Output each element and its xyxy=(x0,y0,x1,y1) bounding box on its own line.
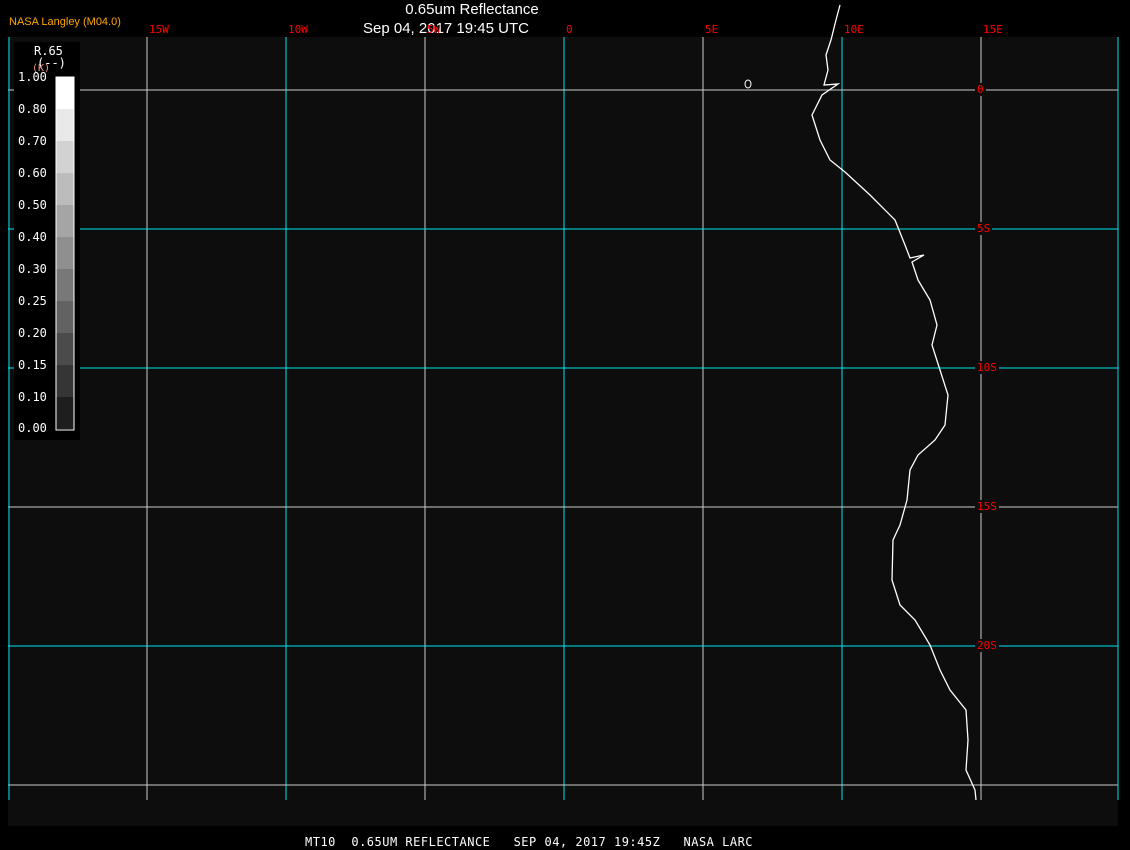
colorbar-tick: 0.25 xyxy=(18,294,47,308)
colorbar-tick: 0.10 xyxy=(18,390,47,404)
colorbar-tick: 0.15 xyxy=(18,358,47,372)
lon-label: 5E xyxy=(705,23,719,36)
colorbar-step xyxy=(56,269,74,301)
lat-label: 15S xyxy=(975,500,999,513)
colorbar-tick: 0.50 xyxy=(18,198,47,212)
lon-label: 5W xyxy=(427,23,441,36)
colorbar-tick: 0.20 xyxy=(18,326,47,340)
lon-label: 10W xyxy=(288,23,308,36)
footer-caption: MT10 0.65UM REFLECTANCE SEP 04, 2017 19:… xyxy=(305,835,754,849)
colorbar-tick: 0.80 xyxy=(18,102,47,116)
colorbar-tick: 0.00 xyxy=(18,421,47,435)
colorbar-step xyxy=(56,301,74,333)
colorbar-step xyxy=(56,365,74,397)
colorbar-tick: 0.30 xyxy=(18,262,47,276)
lon-label: 15E xyxy=(983,23,1003,36)
lat-label: 10S xyxy=(975,361,999,374)
colorbar-tick: 0.70 xyxy=(18,134,47,148)
colorbar-tick: 1.00 xyxy=(18,70,47,84)
colorbar-step xyxy=(56,237,74,269)
map-datetime: Sep 04, 2017 19:45 UTC xyxy=(363,20,529,37)
colorbar-step xyxy=(56,77,74,109)
map-title: 0.65um Reflectance xyxy=(405,1,539,18)
map-background xyxy=(8,37,1118,837)
lat-label: 20S xyxy=(975,639,999,652)
colorbar-step xyxy=(56,205,74,237)
lon-label: 15W xyxy=(149,23,169,36)
lon-label: 0 xyxy=(566,23,573,36)
colorbar-step xyxy=(56,397,74,429)
colorbar-tick: 0.60 xyxy=(18,166,47,180)
lat-label: 0 xyxy=(975,83,986,96)
map-canvas xyxy=(8,4,1119,837)
logo-text: NASA Langley (M04.0) xyxy=(9,16,121,28)
colorbar-step xyxy=(56,141,74,173)
colorbar-step xyxy=(56,109,74,141)
colorbar-step xyxy=(56,333,74,365)
colorbar-tick: 0.40 xyxy=(18,230,47,244)
colorbar-step xyxy=(56,173,74,205)
lon-label: 10E xyxy=(844,23,864,36)
lat-label: 5S xyxy=(975,222,993,235)
